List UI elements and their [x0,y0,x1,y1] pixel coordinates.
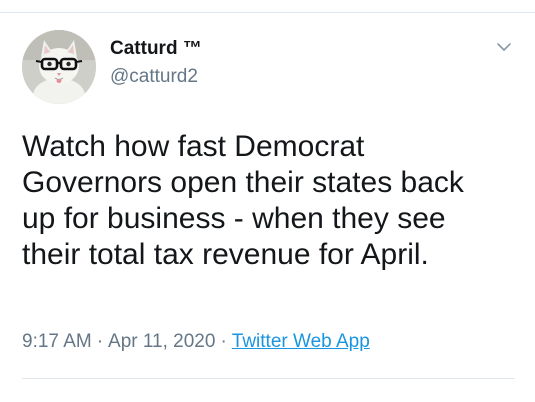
meta-separator: · [220,331,227,352]
bottom-divider [22,378,515,379]
tweet-time[interactable]: 9:17 AM [22,331,92,352]
author-handle[interactable]: @catturd2 [110,65,202,89]
cat-with-glasses-avatar-icon [22,30,96,104]
meta-separator: · [96,331,104,352]
chevron-down-icon[interactable] [495,40,513,54]
author-display-name[interactable]: Catturd ™ [110,37,202,61]
tweet-text: Watch how fast Democrat Governors open t… [22,130,464,271]
tweet-source-link[interactable]: Twitter Web App [232,331,370,352]
tweet-meta: 9:17 AM · Apr 11, 2020 · Twitter Web App [22,330,370,354]
tweet-author[interactable]: Catturd ™ @catturd2 [110,37,202,89]
tweet-card: Catturd ™ @catturd2 Watch how fast Democ… [0,13,535,402]
tweet-date[interactable]: Apr 11, 2020 [108,331,215,352]
avatar[interactable] [22,30,96,104]
